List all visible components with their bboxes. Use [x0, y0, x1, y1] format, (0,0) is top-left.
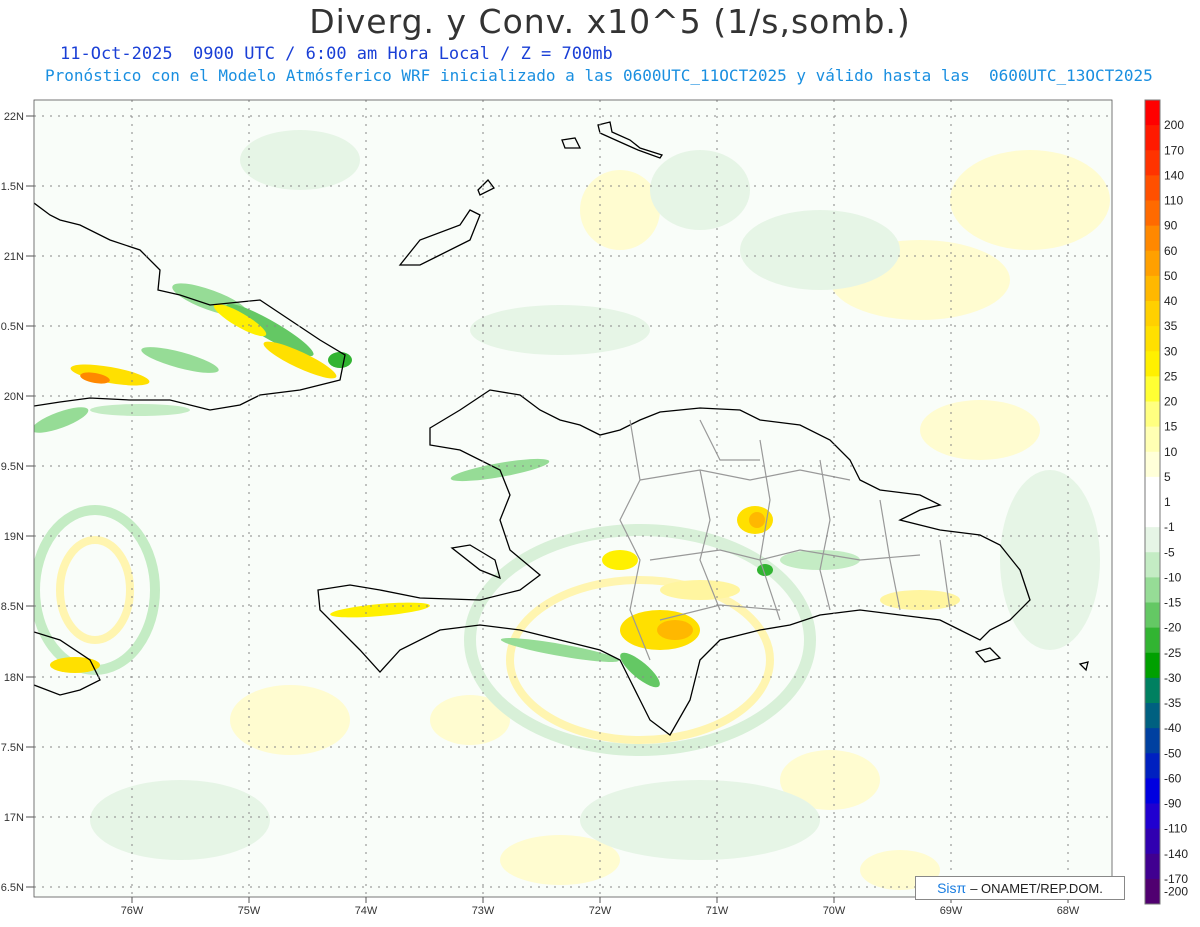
colorbar-swatch: [1145, 502, 1160, 528]
colorbar-label: -1: [1164, 520, 1175, 534]
colorbar-label: 200: [1164, 118, 1184, 132]
colorbar-label: -20: [1164, 621, 1182, 635]
colorbar-label: 35: [1164, 319, 1178, 333]
colorbar-label: 50: [1164, 269, 1178, 283]
lat-label: 7.5N: [1, 742, 24, 754]
colorbar-swatch: [1145, 476, 1160, 503]
colorbar-swatch: [1145, 552, 1160, 578]
colorbar-label: -35: [1164, 696, 1182, 710]
lat-label: 21N: [4, 251, 24, 263]
colorbar-label: 20: [1164, 395, 1178, 409]
colorbar-label: 15: [1164, 420, 1178, 434]
colorbar-swatch: [1145, 878, 1160, 905]
colorbar-swatch: [1145, 803, 1160, 830]
lon-label: 70W: [823, 905, 846, 917]
colorbar-swatch: [1145, 677, 1160, 704]
colorbar-label: -60: [1164, 771, 1182, 785]
lon-label: 68W: [1057, 905, 1080, 917]
colorbar-label: -110: [1164, 822, 1187, 836]
lon-label: 73W: [472, 905, 495, 917]
colorbar-swatch: [1145, 125, 1160, 151]
colorbar-swatch: [1145, 753, 1160, 779]
colorbar-swatch: [1145, 627, 1160, 654]
credit-box: Sisπ – ONAMET/REP.DOM.: [915, 876, 1125, 900]
colorbar-label: 10: [1164, 445, 1178, 459]
lon-label: 69W: [940, 905, 963, 917]
colorbar-label: 30: [1164, 344, 1178, 358]
colorbar-swatch: [1145, 326, 1160, 352]
colorbar-swatch: [1145, 401, 1160, 428]
colorbar-label: 5: [1164, 470, 1171, 484]
colorbar-swatch: [1145, 175, 1160, 201]
credit-text: – ONAMET/REP.DOM.: [970, 880, 1103, 896]
colorbar-swatch: [1145, 853, 1160, 880]
colorbar-swatch: [1145, 275, 1160, 302]
colorbar-label: 25: [1164, 369, 1178, 383]
longitude-axis: 76W 75W 74W 73W 72W 71W 70W 69W 68W: [121, 905, 1080, 917]
colorbar-label: -30: [1164, 671, 1182, 685]
lat-label: 0.5N: [1, 321, 24, 333]
colorbar-swatch: [1145, 527, 1160, 553]
lon-label: 71W: [706, 905, 729, 917]
colorbar-label: 110: [1164, 194, 1183, 208]
colorbar-swatch: [1145, 602, 1160, 629]
colorbar-swatch: [1145, 426, 1160, 453]
lat-label: 8.5N: [1, 601, 24, 613]
colorbar-swatch: [1145, 703, 1160, 729]
colorbar-swatch: [1145, 376, 1160, 402]
colorbar-label: -90: [1164, 797, 1182, 811]
colorbar-label: 140: [1164, 168, 1184, 182]
colorbar-swatch: [1145, 250, 1160, 277]
colorbar-label: -5: [1164, 545, 1175, 559]
sispi-logo: Sisπ: [937, 880, 967, 896]
colorbar-label: -140: [1164, 847, 1188, 861]
colorbar-swatch: [1145, 652, 1160, 679]
colorbar-label: -40: [1164, 721, 1182, 735]
lon-label: 76W: [121, 905, 144, 917]
colorbar-label: -10: [1164, 570, 1182, 584]
lon-label: 75W: [238, 905, 261, 917]
latitude-ticks: [26, 115, 34, 888]
lat-label: 20N: [4, 391, 24, 403]
colorbar: 200 170 140 110 90 60 50 40 35 30 25 20 15 10 5 1 -1 -5 -1…: [1144, 99, 1188, 905]
colorbar-swatch: [1145, 100, 1160, 126]
colorbar-swatch: [1145, 451, 1160, 478]
colorbar-label: 90: [1164, 219, 1178, 233]
lat-label: 6.5N: [1, 882, 24, 894]
colorbar-label: 60: [1164, 244, 1178, 258]
colorbar-label: 40: [1164, 294, 1178, 308]
colorbar-label: -15: [1164, 596, 1182, 610]
lon-label: 72W: [589, 905, 612, 917]
colorbar-label: -25: [1164, 646, 1182, 660]
colorbar-label: -50: [1164, 746, 1182, 760]
divergence-map: 22N 1.5N 21N 0.5N 20N 9.5N 19N 8.5N 18N …: [1, 99, 1188, 917]
lat-label: 18N: [4, 672, 24, 684]
colorbar-swatch: [1145, 828, 1160, 855]
latitude-axis: 22N 1.5N 21N 0.5N 20N 9.5N 19N 8.5N 18N …: [1, 111, 24, 894]
lat-label: 17N: [4, 812, 24, 824]
lat-label: 19N: [4, 531, 24, 543]
colorbar-label: 170: [1164, 143, 1184, 157]
colorbar-label: 1: [1164, 495, 1171, 509]
colorbar-swatch: [1145, 577, 1160, 603]
colorbar-label: -200: [1164, 884, 1188, 898]
colorbar-swatch: [1145, 778, 1160, 804]
lat-label: 1.5N: [1, 181, 24, 193]
colorbar-swatch: [1145, 225, 1160, 252]
colorbar-swatch: [1145, 200, 1160, 227]
colorbar-swatch: [1145, 301, 1160, 327]
colorbar-swatch: [1145, 728, 1160, 754]
field-shading: [34, 100, 1112, 897]
colorbar-swatch: [1145, 150, 1160, 176]
lat-label: 22N: [4, 111, 24, 123]
lat-label: 9.5N: [1, 461, 24, 473]
colorbar-swatch: [1145, 351, 1160, 377]
lon-label: 74W: [355, 905, 378, 917]
